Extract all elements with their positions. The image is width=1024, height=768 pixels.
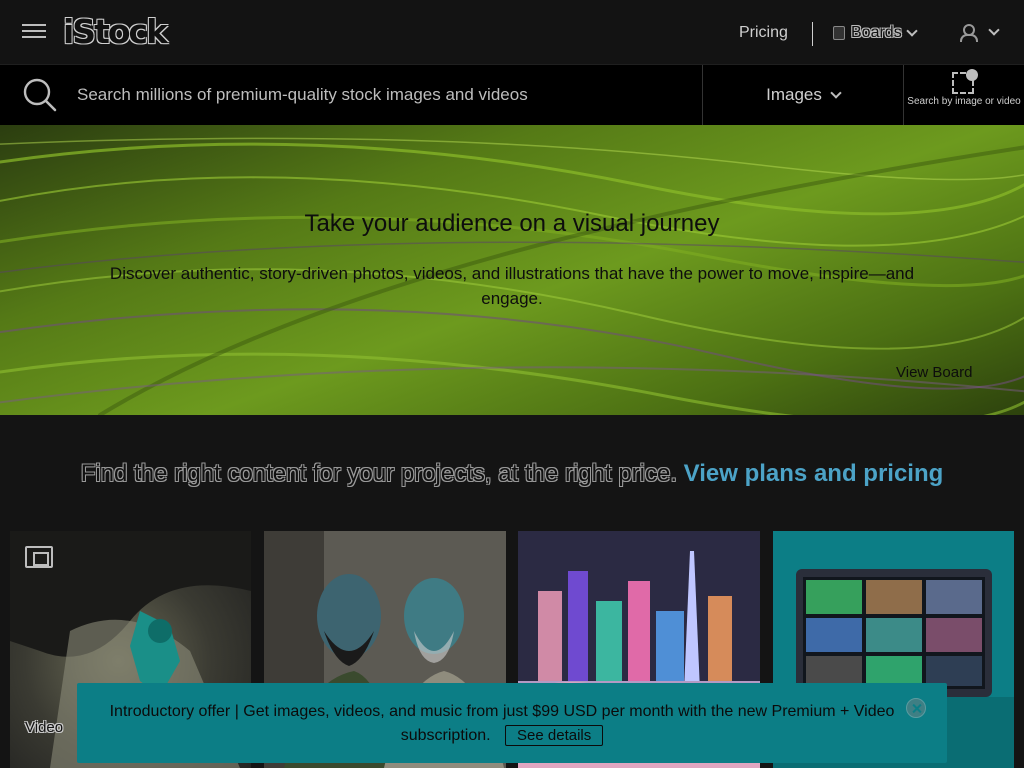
search-bar: Images Search by image or video <box>0 65 1024 125</box>
close-icon[interactable] <box>906 698 926 718</box>
media-type-select[interactable]: Images <box>702 65 904 125</box>
hero-subtitle: Discover authentic, story-driven photos,… <box>109 264 915 308</box>
hero-title: Take your audience on a visual journey <box>304 210 720 237</box>
boards-icon <box>833 26 845 40</box>
upload-arrow-icon <box>966 69 978 81</box>
user-icon <box>960 24 978 42</box>
video-label: Video <box>25 719 64 736</box>
pricing-cta: Find the right content for your projects… <box>0 460 1024 488</box>
menu-icon[interactable] <box>22 24 46 42</box>
promo-text: Introductory offer | Get images, videos,… <box>109 703 895 744</box>
see-details-button[interactable]: See details <box>505 725 604 746</box>
boards-label: Boards <box>851 24 902 41</box>
video-icon <box>25 546 53 568</box>
visual-search-label: Search by image or video <box>907 96 1021 107</box>
view-plans-link[interactable]: View plans and pricing <box>684 460 944 487</box>
chevron-down-icon <box>906 25 918 37</box>
hero-banner: Take your audience on a visual journey D… <box>0 125 1024 415</box>
search-input[interactable] <box>77 81 687 109</box>
promo-message: Introductory offer | Get images, videos,… <box>97 700 907 748</box>
media-type-label: Images <box>766 85 822 104</box>
chevron-down-icon <box>988 24 1000 36</box>
pricing-cta-text: Find the right content for your projects… <box>80 460 677 487</box>
boards-button[interactable]: Boards <box>833 24 918 42</box>
search-icon[interactable] <box>23 78 57 112</box>
header-divider <box>812 22 813 46</box>
chevron-down-icon <box>830 87 842 99</box>
view-board-link[interactable]: View Board <box>896 364 972 381</box>
istock-logo[interactable]: iStock <box>63 12 168 51</box>
top-header: iStock Pricing Boards <box>0 0 1024 65</box>
promo-banner: Introductory offer | Get images, videos,… <box>77 683 947 763</box>
account-menu[interactable] <box>960 24 1000 42</box>
visual-search-button[interactable]: Search by image or video <box>904 65 1024 125</box>
pricing-link[interactable]: Pricing <box>739 24 788 42</box>
